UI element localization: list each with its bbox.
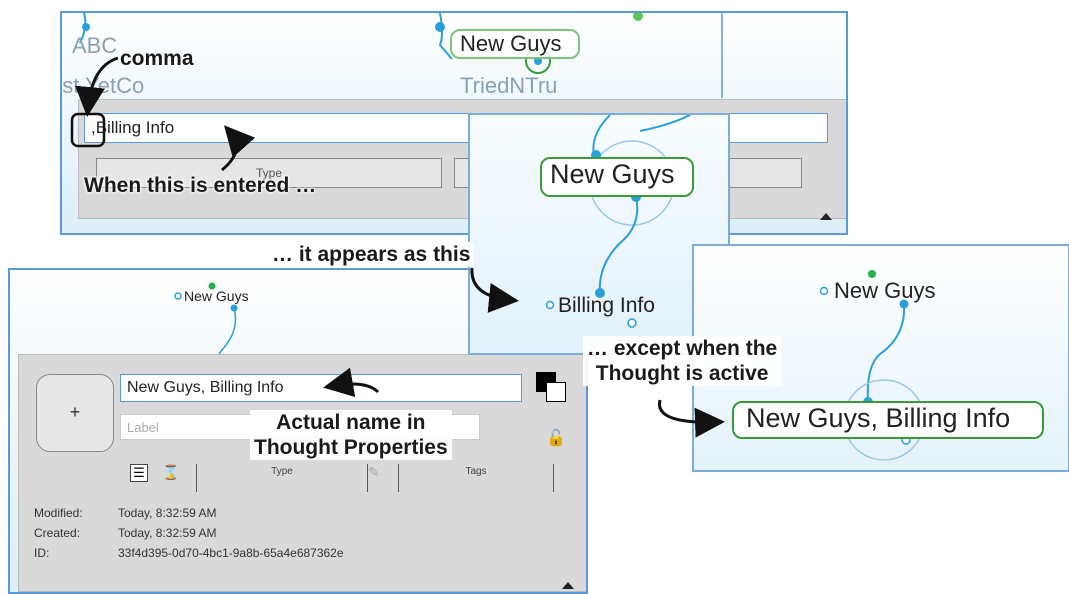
list-view-icon[interactable]: ☰ [130, 464, 148, 482]
callout-appears-as-this: … it appears as this [268, 242, 475, 267]
active-node-new-guys[interactable]: New Guys [834, 278, 935, 304]
meta-modified-key: Modified: [34, 506, 83, 520]
props-type-field[interactable]: Type [196, 464, 368, 492]
props-tags-field[interactable]: Tags [398, 464, 554, 492]
pencil-icon[interactable]: ✎ [368, 464, 380, 481]
props-collapse-icon[interactable] [562, 582, 574, 589]
add-button-label: + [69, 402, 81, 422]
props-node-new-guys[interactable]: New Guys [184, 288, 249, 304]
node-yetco[interactable]: est YetCo [62, 73, 144, 99]
top-collapse-icon[interactable] [820, 213, 832, 220]
callout-actual-name: Actual name in Thought Properties [250, 410, 452, 460]
meta-created-value: Today, 8:32:59 AM [118, 526, 217, 540]
meta-id-value: 33f4d395-0d70-4bc1-9a8b-65a4e687362e [118, 546, 344, 560]
meta-id-key: ID: [34, 546, 50, 560]
callout-when-entered: When this is entered … [84, 174, 317, 197]
lock-icon[interactable]: 🔓 [546, 428, 566, 448]
active-node-combined[interactable]: New Guys, Billing Info [746, 403, 1010, 434]
callout-except-active: … except when the Thought is active [583, 336, 782, 386]
zoom-links [545, 115, 691, 328]
node-new-guys[interactable]: New Guys [460, 31, 561, 57]
color-swatch-secondary-icon[interactable] [546, 382, 566, 402]
zoom-node-billing-info[interactable]: Billing Info [558, 294, 655, 318]
add-thought-button[interactable]: + [36, 374, 114, 452]
zoom-brain-panel: New Guys Billing Info [468, 113, 730, 355]
hourglass-icon[interactable]: ⌛ [162, 464, 179, 481]
node-triedntru[interactable]: TriedNTru [460, 73, 557, 99]
meta-created-key: Created: [34, 526, 81, 540]
zoom-node-new-guys[interactable]: New Guys [550, 159, 675, 190]
meta-modified-value: Today, 8:32:59 AM [118, 506, 217, 520]
props-type-label: Type [271, 466, 293, 477]
props-tags-label: Tags [465, 466, 487, 477]
props-name-field[interactable]: New Guys, Billing Info [120, 374, 522, 402]
node-abc[interactable]: ABC [72, 33, 117, 59]
callout-comma: comma [120, 47, 194, 70]
